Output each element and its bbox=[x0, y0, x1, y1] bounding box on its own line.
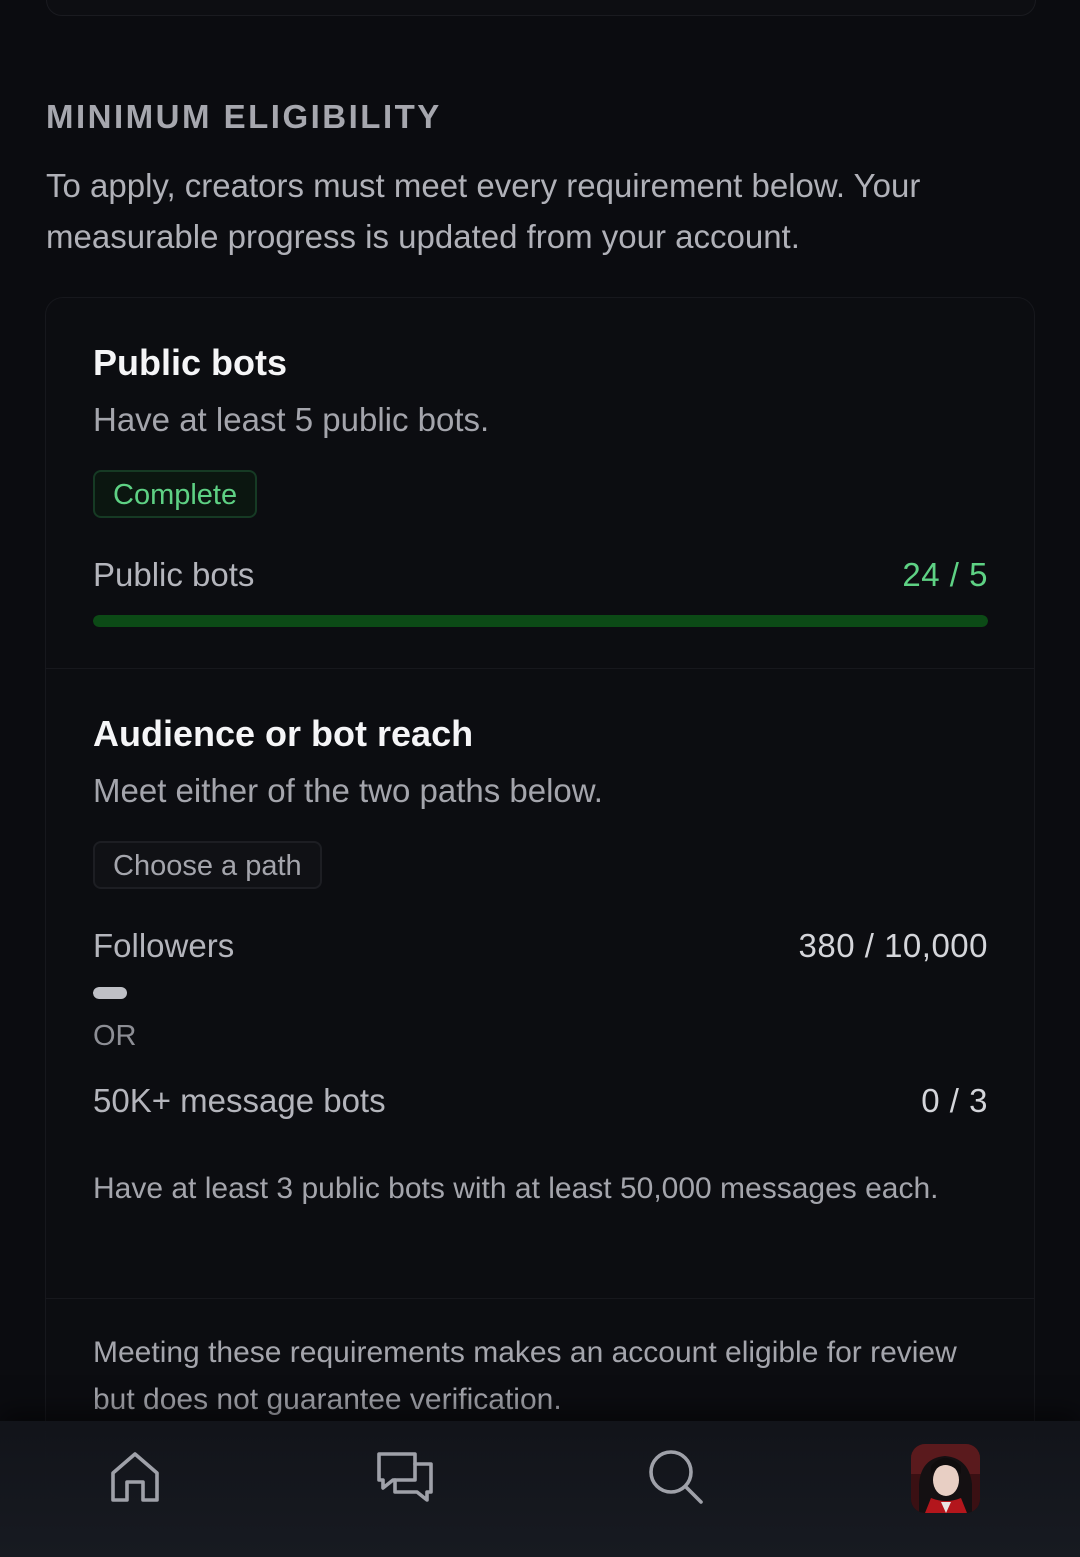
section-description: To apply, creators must meet every requi… bbox=[46, 167, 921, 255]
search-icon bbox=[649, 1450, 703, 1504]
requirement-description: Have at least 5 public bots. bbox=[93, 401, 490, 438]
section-title: MINIMUM ELIGIBILITY bbox=[46, 98, 442, 135]
bottom-nav bbox=[0, 1421, 1080, 1557]
nav-profile[interactable] bbox=[910, 1443, 980, 1513]
followers-progress-bar bbox=[93, 987, 988, 999]
requirements-card: Public bots Have at least 5 public bots.… bbox=[45, 297, 1035, 1499]
requirement-description: Meet either of the two paths below. bbox=[93, 772, 603, 809]
previous-card bbox=[46, 0, 1036, 16]
nav-chats[interactable] bbox=[370, 1441, 440, 1511]
progress-fill bbox=[93, 615, 988, 627]
metric-value: 24 / 5 bbox=[902, 556, 988, 593]
profile-avatar-icon bbox=[910, 1443, 980, 1513]
followers-label: Followers bbox=[93, 927, 235, 964]
home-icon bbox=[111, 1452, 159, 1502]
choose-path-badge: Choose a path bbox=[93, 841, 322, 889]
requirement-public-bots: Public bots Have at least 5 public bots.… bbox=[46, 298, 1034, 667]
requirement-title: Audience or bot reach bbox=[93, 713, 474, 754]
avatar bbox=[910, 1443, 980, 1513]
progress-fill bbox=[93, 987, 127, 999]
message-bots-label: 50K+ message bots bbox=[93, 1082, 386, 1119]
disclaimer-text: Meeting these requirements makes an acco… bbox=[93, 1336, 957, 1416]
nav-search[interactable] bbox=[640, 1441, 710, 1511]
requirement-audience-reach: Audience or bot reach Meet either of the… bbox=[46, 668, 1034, 1299]
message-bots-value: 0 / 3 bbox=[921, 1082, 988, 1119]
status-badge: Complete bbox=[93, 470, 258, 518]
followers-value: 380 / 10,000 bbox=[798, 927, 988, 964]
chat-icon bbox=[377, 1452, 433, 1502]
progress-bar bbox=[93, 615, 988, 627]
requirement-title: Public bots bbox=[93, 342, 288, 383]
helper-text: Have at least 3 public bots with at leas… bbox=[93, 1172, 939, 1205]
or-separator: OR bbox=[93, 1020, 137, 1052]
metric-label: Public bots bbox=[93, 556, 255, 593]
nav-home[interactable] bbox=[100, 1441, 170, 1511]
